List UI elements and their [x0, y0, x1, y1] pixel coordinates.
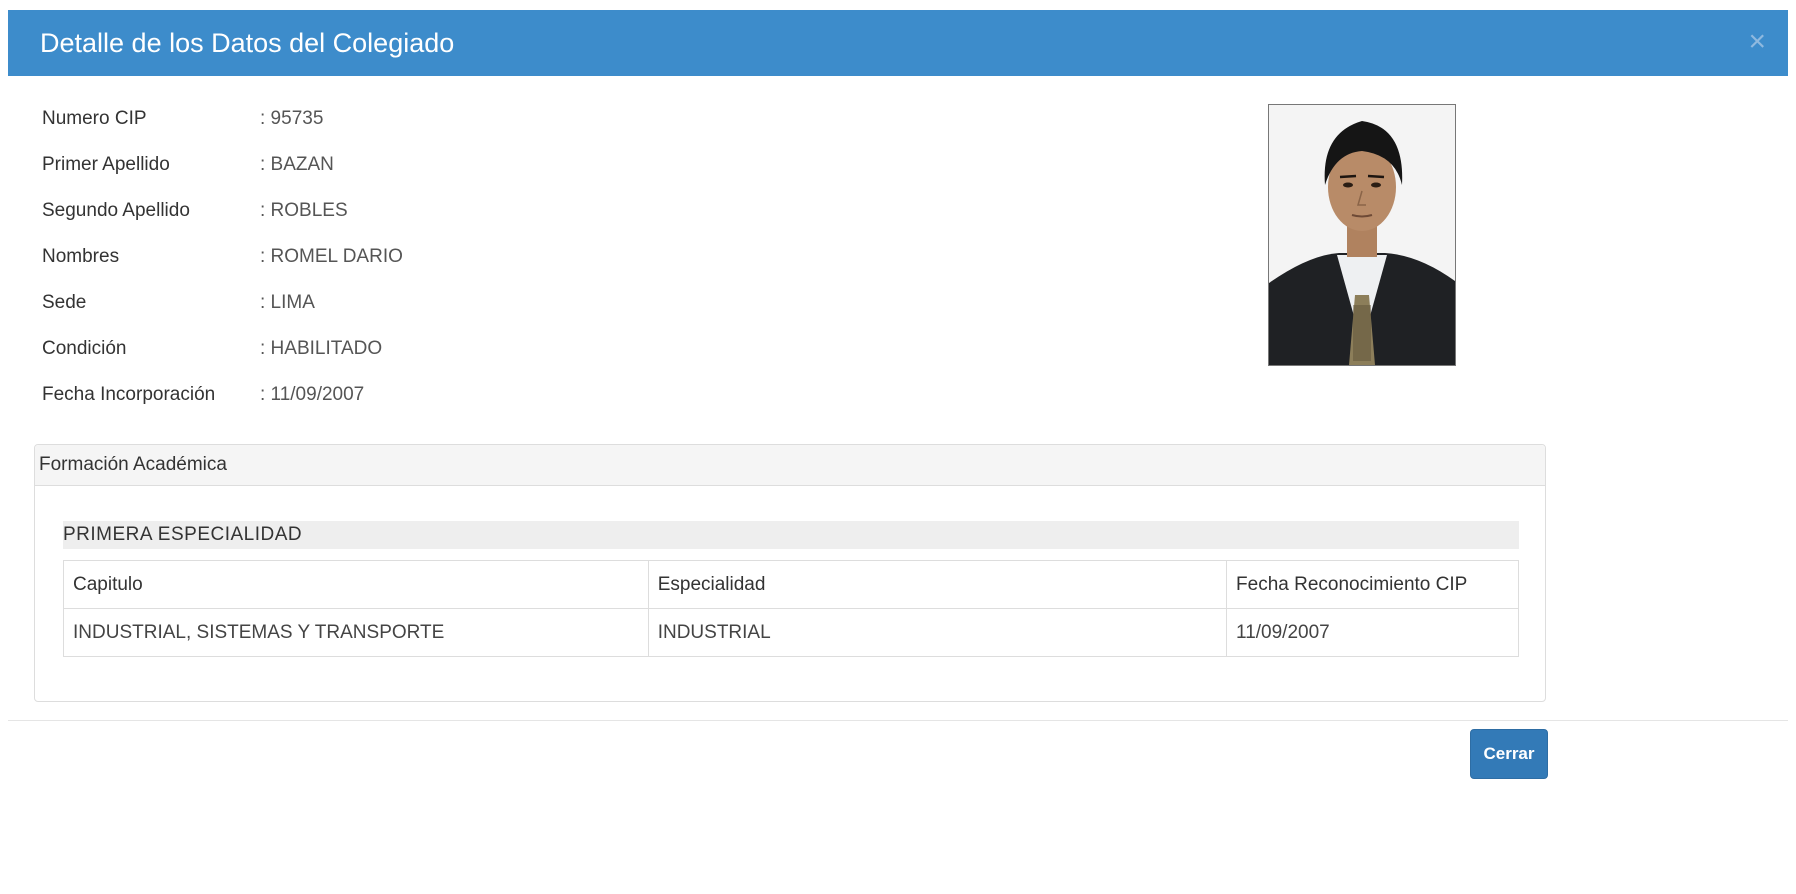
field-value: : HABILITADO [260, 338, 383, 359]
cell-fecha-reconocimiento: 11/09/2007 [1226, 608, 1519, 657]
field-value: : 95735 [260, 108, 324, 129]
cell-especialidad: INDUSTRIAL [647, 608, 1228, 657]
member-detail-modal: Detalle de los Datos del Colegiado × Num… [0, 0, 1796, 894]
field-label: Segundo Apellido [42, 200, 190, 221]
specialty-title-text: PRIMERA ESPECIALIDAD [63, 524, 303, 545]
field-label: Sede [42, 292, 87, 313]
specialty-table: Capitulo Especialidad Fecha Reconocimien… [63, 560, 1519, 657]
modal-title: Detalle de los Datos del Colegiado [40, 28, 455, 58]
modal-header: Detalle de los Datos del Colegiado × [8, 10, 1788, 76]
footer-divider [8, 720, 1788, 721]
col-header-fecha-reconocimiento: Fecha Reconocimiento CIP [1226, 560, 1519, 609]
member-photo [1268, 104, 1456, 366]
cell-capitulo: INDUSTRIAL, SISTEMAS Y TRANSPORTE [63, 608, 649, 657]
field-value: : ROMEL DARIO [260, 246, 403, 267]
field-value: : BAZAN [260, 154, 334, 175]
field-label: Condición [42, 338, 127, 359]
panel-heading: Formación Académica [35, 445, 1545, 486]
col-header-capitulo: Capitulo [63, 560, 649, 609]
specialty-section-title: PRIMERA ESPECIALIDAD [63, 521, 1519, 549]
close-icon[interactable]: × [1748, 24, 1766, 60]
field-label: Fecha Incorporación [42, 384, 216, 405]
field-value: : ROBLES [260, 200, 348, 221]
table-header-row: Capitulo Especialidad Fecha Reconocimien… [63, 560, 1519, 609]
col-header-especialidad: Especialidad [647, 560, 1228, 609]
field-value: : 11/09/2007 [260, 384, 365, 405]
field-label: Numero CIP [42, 108, 147, 129]
close-button[interactable]: Cerrar [1470, 729, 1548, 779]
table-row: INDUSTRIAL, SISTEMAS Y TRANSPORTE INDUST… [63, 608, 1519, 657]
academic-panel: Formación Académica PRIMERA ESPECIALIDAD… [34, 444, 1546, 702]
field-label: Primer Apellido [42, 154, 170, 175]
field-label: Nombres [42, 246, 120, 267]
panel-title: Formación Académica [39, 454, 227, 475]
field-value: : LIMA [260, 292, 315, 313]
